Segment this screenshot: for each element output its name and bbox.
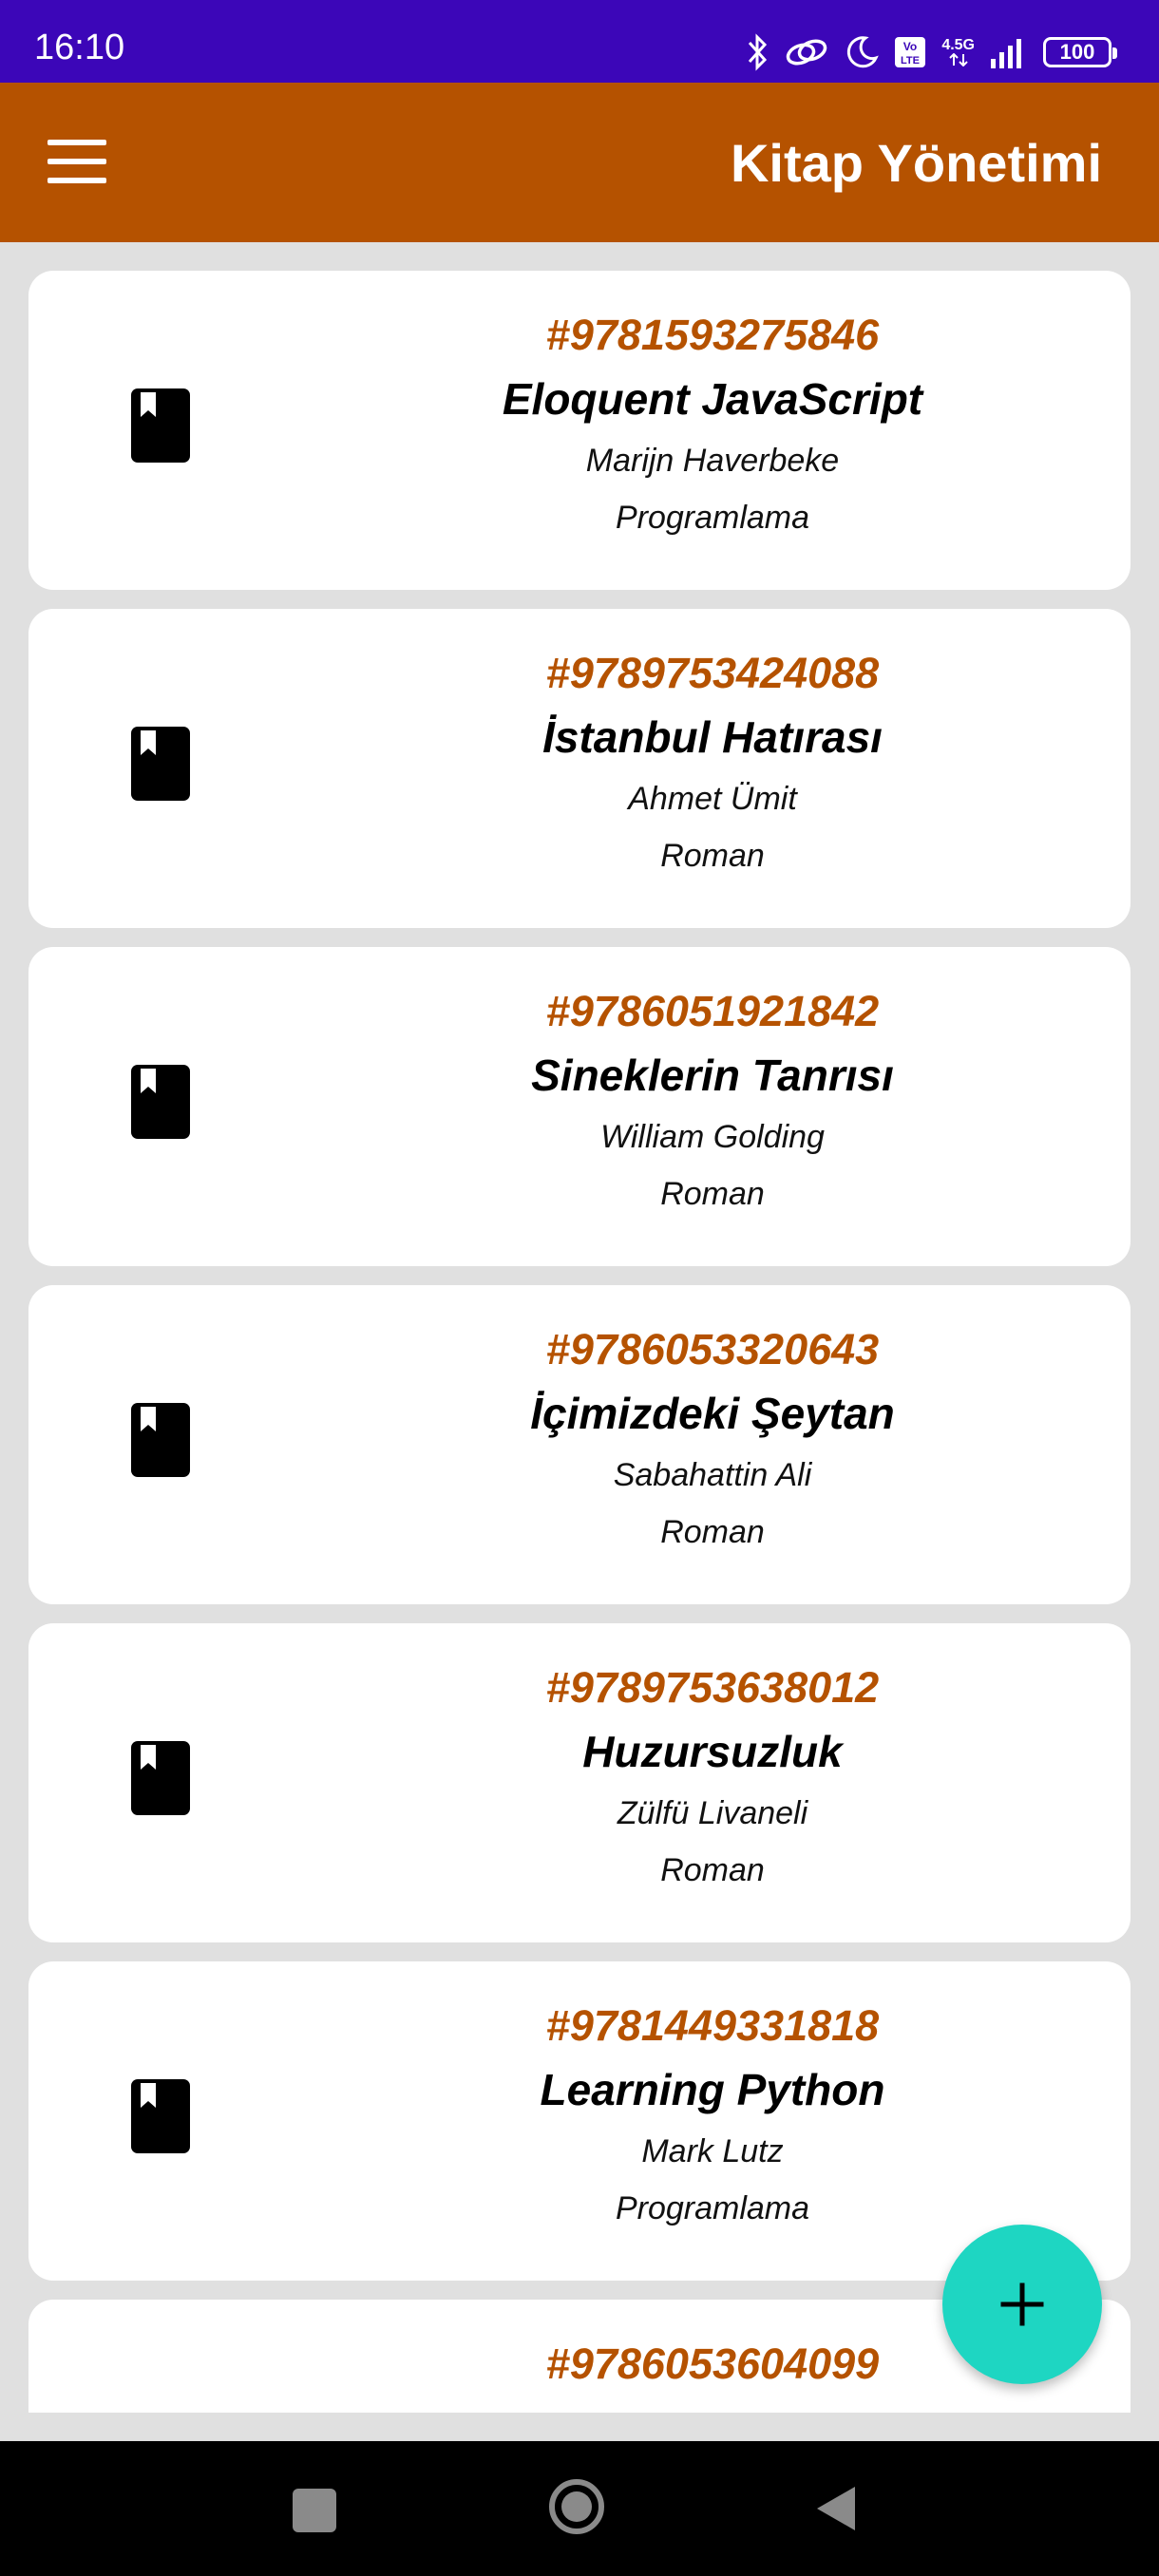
book-category: Roman	[660, 1852, 765, 1888]
book-icon	[131, 1403, 190, 1477]
hamburger-menu-icon[interactable]	[48, 140, 110, 183]
book-icon	[131, 2079, 190, 2153]
page-title: Kitap Yönetimi	[730, 133, 1102, 193]
recents-icon[interactable]	[293, 2489, 336, 2532]
book-details: #9786053320643 İçimizdeki Şeytan Sabahat…	[314, 1323, 1112, 1559]
book-author: Mark Lutz	[641, 2133, 784, 2169]
book-card[interactable]: #9786051921842 Sineklerin Tanrısı Willia…	[28, 947, 1130, 1266]
book-category: Roman	[660, 1176, 765, 1212]
book-author: Zülfü Livaneli	[617, 1795, 808, 1831]
volte-icon: Vo LTE	[894, 36, 926, 68]
book-author: William Golding	[600, 1119, 825, 1155]
book-isbn: #9781593275846	[545, 311, 880, 359]
book-details: #9786051921842 Sineklerin Tanrısı Willia…	[314, 985, 1112, 1221]
book-card[interactable]: #9786053320643 İçimizdeki Şeytan Sabahat…	[28, 1285, 1130, 1604]
home-icon[interactable]	[547, 2477, 606, 2536]
book-isbn: #9789753424088	[545, 649, 880, 697]
book-isbn: #9786053320643	[545, 1325, 880, 1373]
book-card[interactable]: #9789753638012 Huzursuzluk Zülfü Livanel…	[28, 1623, 1130, 1942]
book-icon	[131, 1065, 190, 1139]
book-isbn: #9781449331818	[545, 2001, 880, 2050]
plus-icon	[1000, 2282, 1044, 2326]
moon-icon	[847, 36, 880, 68]
status-time: 16:10	[34, 28, 125, 67]
network-type-label: 4.5G	[941, 37, 975, 53]
svg-text:LTE: LTE	[901, 55, 920, 66]
link-icon	[787, 39, 827, 66]
battery-level: 100	[1059, 40, 1095, 64]
book-card[interactable]: #9781593275846 Eloquent JavaScript Marij…	[28, 271, 1130, 590]
status-bar: 16:10 Vo LTE 4.5G 100	[0, 0, 1159, 83]
book-title: Eloquent JavaScript	[502, 374, 923, 424]
network-type: 4.5G	[941, 38, 975, 66]
book-category: Programlama	[615, 2190, 810, 2226]
back-icon[interactable]	[815, 2485, 857, 2532]
system-nav-bar	[0, 2441, 1159, 2576]
book-list[interactable]: #9781593275846 Eloquent JavaScript Marij…	[0, 242, 1159, 2413]
book-author: Ahmet Ümit	[628, 781, 797, 817]
battery-icon: 100	[1043, 37, 1117, 67]
book-title: Huzursuzluk	[582, 1727, 843, 1776]
book-title: İstanbul Hatırası	[542, 712, 883, 762]
book-title: İçimizdeki Şeytan	[530, 1389, 895, 1438]
book-isbn: #9786051921842	[545, 987, 880, 1035]
book-title: Sineklerin Tanrısı	[531, 1051, 894, 1100]
book-category: Roman	[660, 838, 765, 874]
book-card[interactable]: #9789753424088 İstanbul Hatırası Ahmet Ü…	[28, 609, 1130, 928]
book-isbn: #9789753638012	[545, 1663, 880, 1712]
app-bar: Kitap Yönetimi	[0, 83, 1159, 242]
book-category: Programlama	[615, 500, 810, 536]
book-details: #9781449331818 Learning Python Mark Lutz…	[314, 1999, 1112, 2235]
book-author: Marijn Haverbeke	[585, 443, 840, 479]
book-icon	[131, 727, 190, 801]
data-arrows-icon	[948, 53, 968, 66]
book-icon	[131, 1741, 190, 1815]
book-details: #9789753638012 Huzursuzluk Zülfü Livanel…	[314, 1661, 1112, 1897]
add-book-button[interactable]	[942, 2225, 1102, 2384]
book-icon	[131, 388, 190, 463]
status-icons: Vo LTE 4.5G 100	[746, 28, 1117, 76]
bluetooth-icon	[749, 33, 768, 71]
book-category: Roman	[660, 1514, 765, 1550]
book-author: Sabahattin Ali	[613, 1457, 812, 1493]
book-details: #9781593275846 Eloquent JavaScript Marij…	[314, 309, 1112, 544]
book-title	[314, 2391, 1112, 2413]
book-card[interactable]: #9781449331818 Learning Python Mark Lutz…	[28, 1961, 1130, 2281]
book-title: Learning Python	[540, 2065, 885, 2114]
signal-icon	[991, 39, 1021, 68]
book-details: #9789753424088 İstanbul Hatırası Ahmet Ü…	[314, 647, 1112, 882]
svg-text:Vo: Vo	[903, 40, 917, 53]
